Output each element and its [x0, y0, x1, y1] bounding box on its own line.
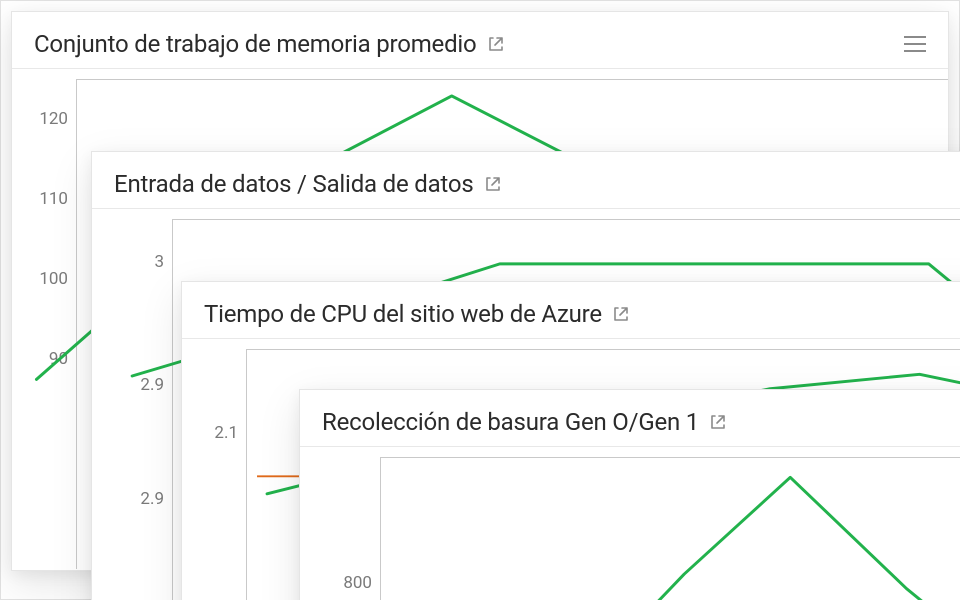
y-axis-ticks: 2.1 [182, 339, 246, 600]
popout-icon[interactable] [612, 305, 630, 323]
card-header: Tiempo de CPU del sitio web de Azure [182, 282, 960, 339]
card-title: Tiempo de CPU del sitio web de Azure [204, 300, 602, 328]
card-title: Recolección de basura Gen O/Gen 1 [322, 408, 699, 436]
dashboard-viewport: Conjunto de trabajo de memoria promedio … [0, 0, 960, 600]
popout-icon[interactable] [487, 35, 505, 53]
card-header: Conjunto de trabajo de memoria promedio [12, 12, 948, 69]
card-title: Conjunto de trabajo de memoria promedio [34, 30, 477, 58]
chart-plot [380, 457, 960, 600]
y-tick: 2.9 [140, 375, 164, 395]
menu-icon[interactable] [904, 35, 926, 53]
card-title-row: Recolección de basura Gen O/Gen 1 [322, 408, 727, 436]
card-header: Entrada de datos / Salida de datos [92, 152, 960, 209]
y-tick: 2.1 [214, 423, 238, 443]
card-title-row: Tiempo de CPU del sitio web de Azure [204, 300, 630, 328]
chart-line [381, 458, 960, 600]
y-axis-ticks: 3 2.9 2.9 [92, 209, 172, 600]
chart-card-gc: Recolección de basura Gen O/Gen 1 800 [299, 389, 960, 600]
card-title-row: Conjunto de trabajo de memoria promedio [34, 30, 505, 58]
popout-icon[interactable] [484, 175, 502, 193]
y-tick: 110 [39, 189, 68, 209]
card-title-row: Entrada de datos / Salida de datos [114, 170, 502, 198]
card-title: Entrada de datos / Salida de datos [114, 170, 474, 198]
y-tick: 2.9 [140, 489, 164, 509]
chart-area: 800 [300, 447, 960, 600]
y-axis-ticks: 120 110 100 90 [12, 69, 76, 569]
y-tick: 100 [39, 269, 68, 289]
y-tick: 800 [343, 573, 372, 593]
y-axis-ticks: 800 [300, 447, 380, 600]
y-tick: 120 [39, 109, 68, 129]
y-tick: 3 [154, 252, 164, 272]
popout-icon[interactable] [709, 413, 727, 431]
card-header: Recolección de basura Gen O/Gen 1 [300, 390, 960, 447]
